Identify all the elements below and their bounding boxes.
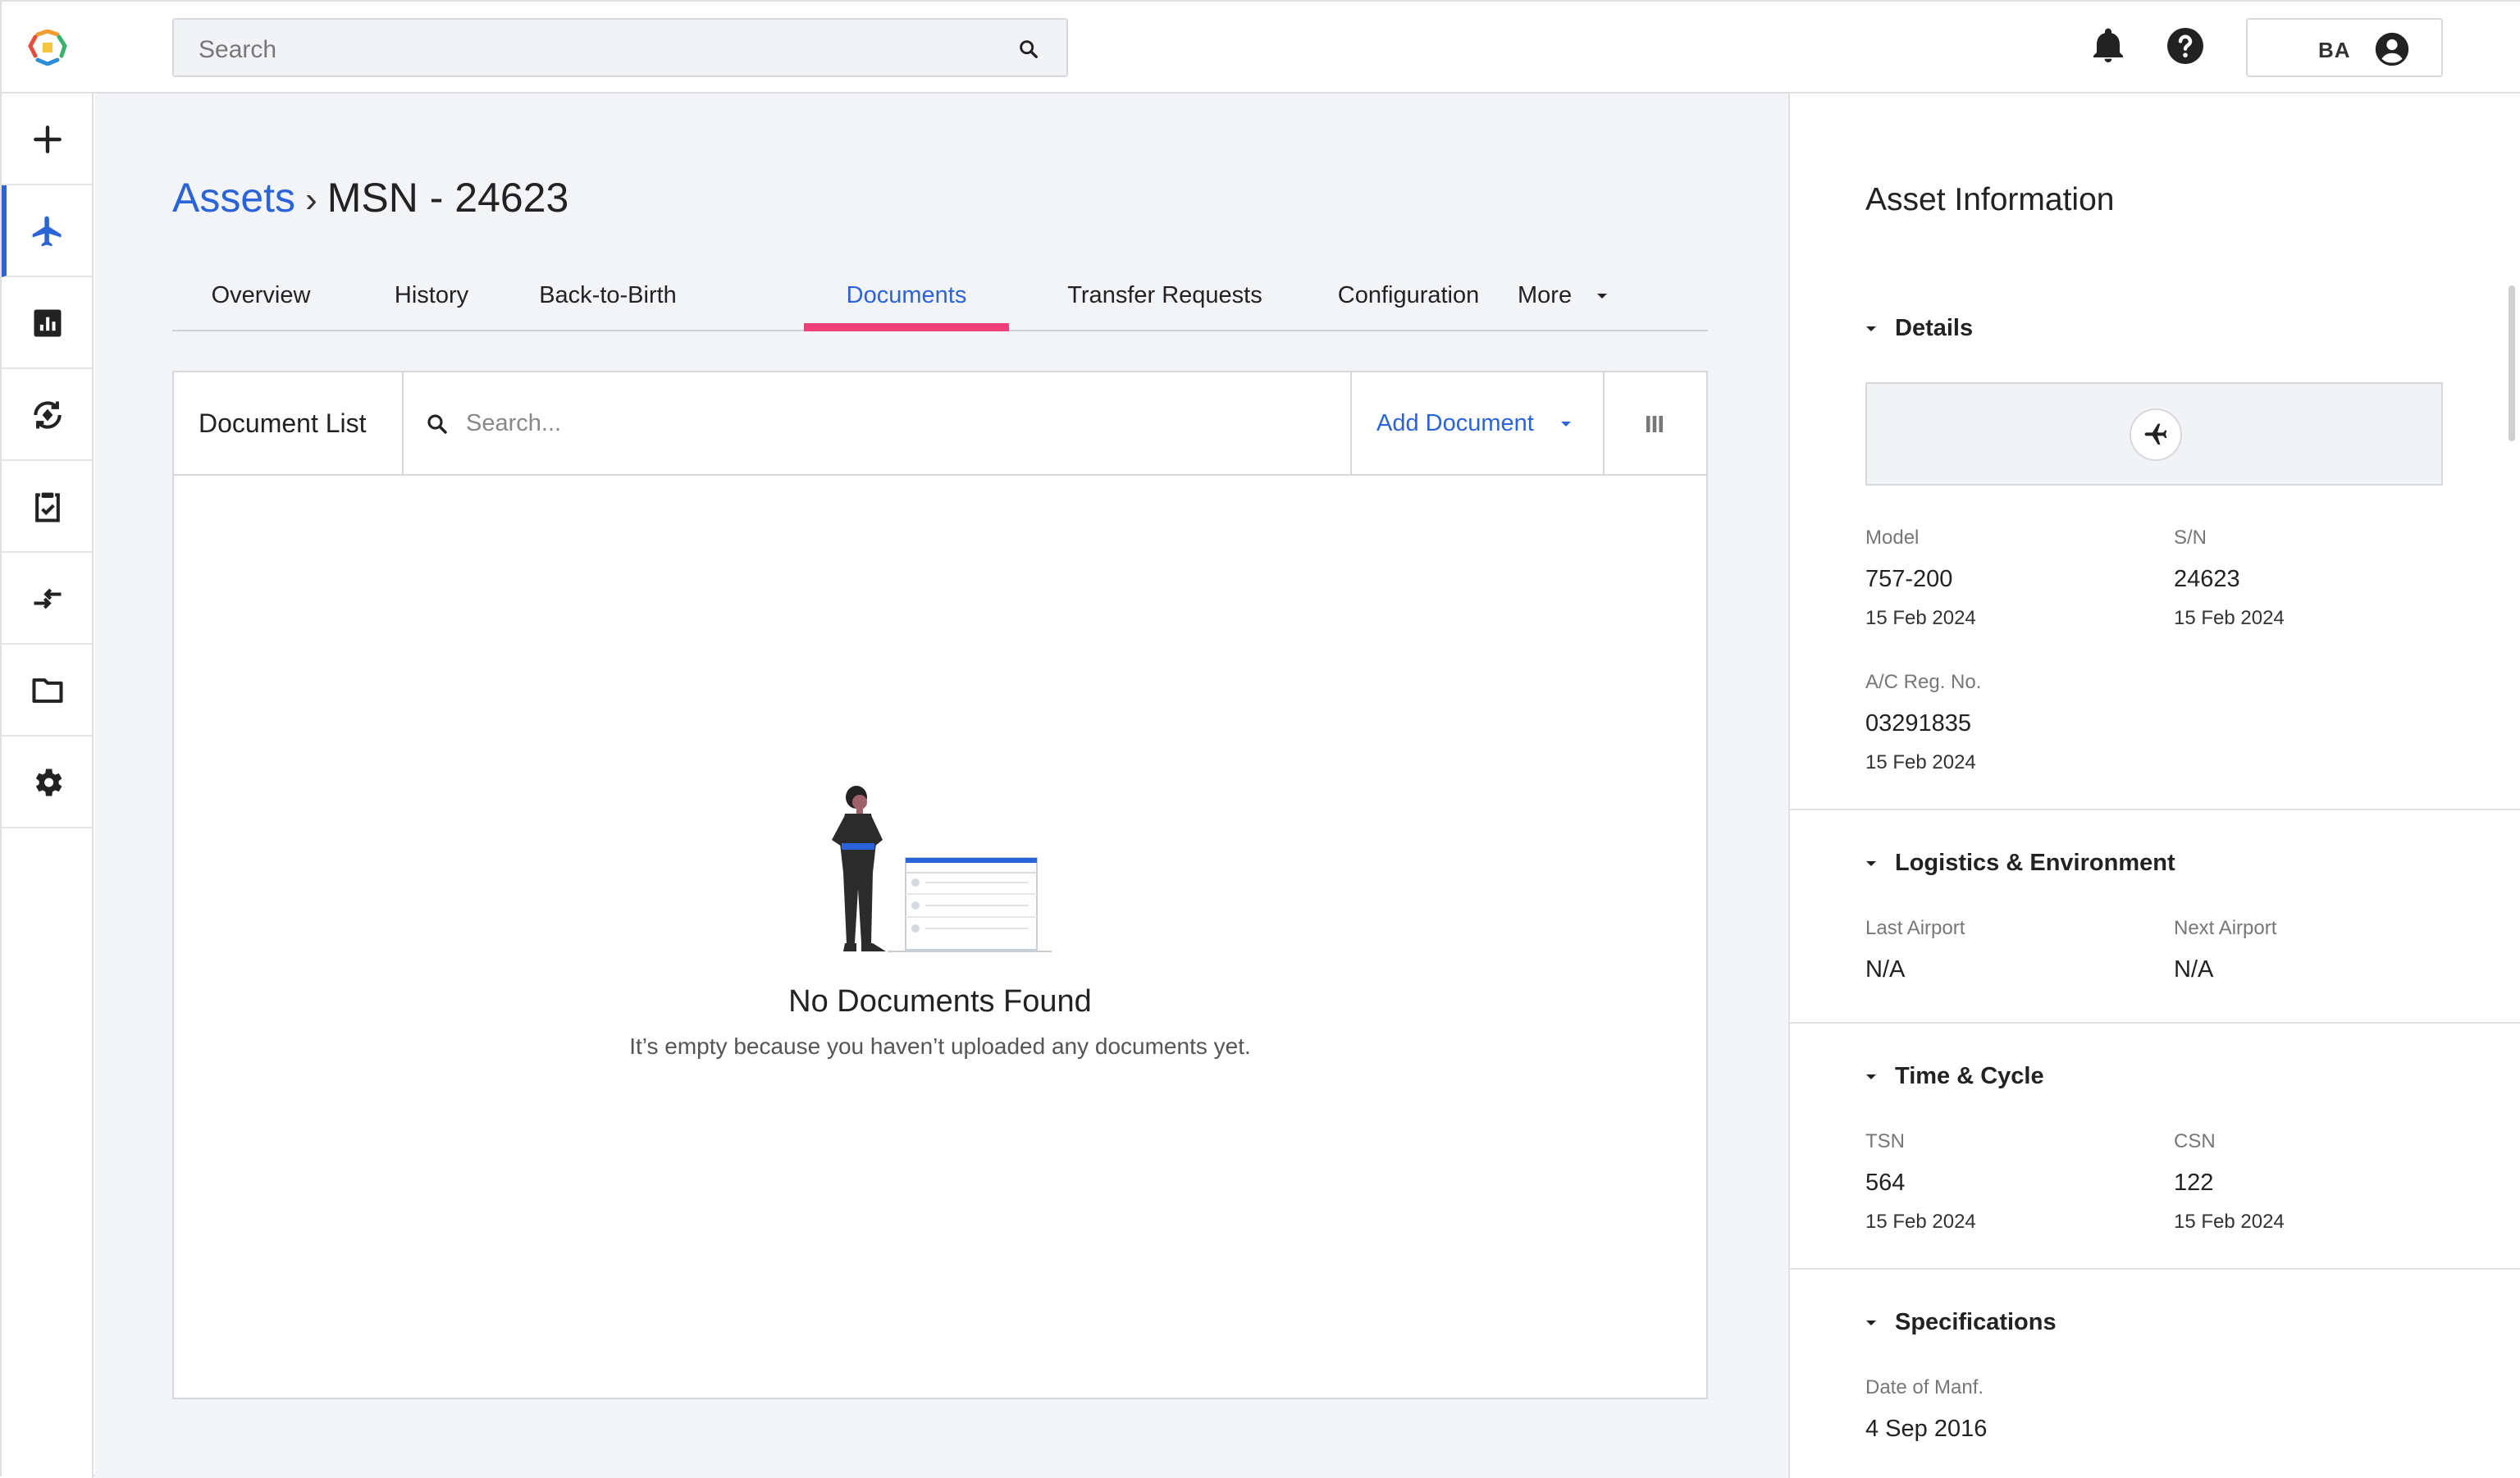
asset-information-panel: Asset Information Details Model 757-200 … (1788, 94, 2520, 1478)
asset-information-title: Asset Information (1865, 182, 2115, 217)
plus-icon (34, 125, 62, 153)
breadcrumb-separator: › (305, 180, 317, 220)
tsn-label: TSN (1865, 1130, 1905, 1152)
user-initials: BA (2318, 38, 2351, 62)
left-navigation-rail (2, 94, 94, 1478)
tab-configuration[interactable]: Configuration (1314, 272, 1503, 331)
model-label: Model (1865, 527, 1920, 549)
nav-maintenance[interactable] (2, 369, 92, 461)
app-logo-icon[interactable] (26, 30, 69, 66)
section-time-cycle-toggle[interactable]: Time & Cycle (1865, 1063, 2044, 1090)
breadcrumb: Assets › MSN - 24623 (172, 174, 568, 221)
reg-date: 15 Feb 2024 (1865, 751, 1976, 773)
empty-state-illustration (832, 786, 1052, 952)
nav-transfers[interactable] (2, 553, 92, 645)
bar-chart-icon (34, 309, 62, 337)
reg-label: A/C Reg. No. (1865, 671, 1982, 693)
cycle-icon (34, 401, 62, 429)
app-window: Search BA Assets › MSN - 24623 Overview … (0, 0, 2520, 1478)
active-tab-indicator (804, 323, 1009, 331)
document-list-toolbar: Document List Search... Add Document (174, 372, 1706, 476)
manf-date-value: 4 Sep 2016 (1865, 1416, 1988, 1442)
user-menu-button[interactable]: BA (2246, 18, 2443, 77)
section-logistics-heading: Logistics & Environment (1895, 850, 2175, 876)
csn-date: 15 Feb 2024 (2174, 1211, 2285, 1233)
section-specifications-heading: Specifications (1895, 1309, 2057, 1335)
top-bar: Search BA (2, 2, 2520, 94)
section-time-cycle-heading: Time & Cycle (1895, 1063, 2044, 1089)
manf-date-label: Date of Manf. (1865, 1376, 1984, 1398)
caret-down-icon (1866, 326, 1876, 332)
section-details-heading: Details (1895, 315, 1974, 341)
nav-assets[interactable] (2, 185, 92, 277)
global-search-input[interactable]: Search (172, 18, 1068, 77)
document-list-panel: Document List Search... Add Document No … (172, 371, 1708, 1399)
document-list-title: Document List (199, 408, 367, 438)
section-divider (1790, 1022, 2520, 1024)
section-logistics-toggle[interactable]: Logistics & Environment (1865, 850, 2175, 877)
tsn-value: 564 (1865, 1170, 1906, 1196)
empty-state-title: No Documents Found (788, 984, 1092, 1019)
nav-reports[interactable] (2, 277, 92, 369)
tsn-date: 15 Feb 2024 (1865, 1211, 1976, 1233)
document-search-input[interactable]: Search... (466, 410, 561, 437)
tab-history[interactable]: History (349, 272, 514, 331)
main-content: Assets › MSN - 24623 Overview History Back… (95, 94, 1788, 1478)
csn-value: 122 (2174, 1170, 2214, 1196)
nav-tasks[interactable] (2, 461, 92, 553)
asset-image-placeholder (1865, 382, 2443, 486)
tab-more-label: More (1518, 282, 1573, 308)
add-document-button[interactable]: Add Document (1376, 410, 1534, 437)
sn-date: 15 Feb 2024 (2174, 607, 2285, 629)
gear-icon (35, 769, 62, 796)
nav-add[interactable] (2, 94, 92, 185)
notification-bell-icon[interactable] (2089, 26, 2128, 66)
toolbar-divider (402, 372, 404, 476)
breadcrumb-assets-link[interactable]: Assets (172, 175, 295, 221)
section-details-toggle[interactable]: Details (1865, 315, 1973, 342)
sn-label: S/N (2174, 527, 2207, 549)
next-airport-label: Next Airport (2174, 917, 2277, 939)
transfer-arrows-icon (34, 588, 62, 609)
breadcrumb-current: MSN - 24623 (326, 175, 569, 221)
nav-documents[interactable] (2, 645, 92, 737)
sn-value: 24623 (2174, 566, 2240, 592)
search-icon (427, 414, 447, 434)
last-airport-label: Last Airport (1865, 917, 1965, 939)
section-specifications-toggle[interactable]: Specifications (1865, 1309, 2057, 1336)
search-icon[interactable] (1017, 38, 1040, 61)
caret-down-icon (1866, 1074, 1876, 1080)
caret-down-icon[interactable] (1560, 420, 1572, 428)
nav-settings[interactable] (2, 737, 92, 828)
columns-icon[interactable] (1642, 412, 1667, 436)
clipboard-check-icon (35, 492, 60, 522)
airplane-icon (32, 216, 62, 247)
help-icon[interactable] (2166, 26, 2205, 66)
tab-more[interactable]: More (1518, 272, 1624, 331)
airplane-badge (2130, 408, 2182, 461)
tab-overview[interactable]: Overview (172, 272, 349, 331)
reg-value: 03291835 (1865, 710, 1972, 737)
tab-back-to-birth[interactable]: Back-to-Birth (514, 272, 702, 331)
panel-scrollbar[interactable] (2509, 285, 2515, 441)
model-date: 15 Feb 2024 (1865, 607, 1976, 629)
folder-icon (32, 678, 63, 703)
toolbar-divider (1350, 372, 1352, 476)
last-airport-value: N/A (1865, 956, 1906, 983)
tab-transfer-requests[interactable]: Transfer Requests (1042, 272, 1288, 331)
toolbar-divider (1603, 372, 1605, 476)
account-circle-icon (2375, 32, 2409, 66)
next-airport-value: N/A (2174, 956, 2214, 983)
caret-down-icon (1866, 861, 1876, 867)
asset-tabs: Overview History Back-to-Birth Documents… (172, 272, 1708, 331)
csn-label: CSN (2174, 1130, 2216, 1152)
section-divider (1790, 1268, 2520, 1270)
model-value: 757-200 (1865, 566, 1953, 592)
empty-state-subtitle: It’s empty because you haven’t uploaded … (629, 1033, 1251, 1059)
airplane-icon (2144, 423, 2167, 445)
global-search-placeholder: Search (199, 36, 277, 63)
section-divider (1790, 809, 2520, 810)
caret-down-icon (1866, 1321, 1876, 1326)
caret-down-icon (1597, 294, 1607, 299)
